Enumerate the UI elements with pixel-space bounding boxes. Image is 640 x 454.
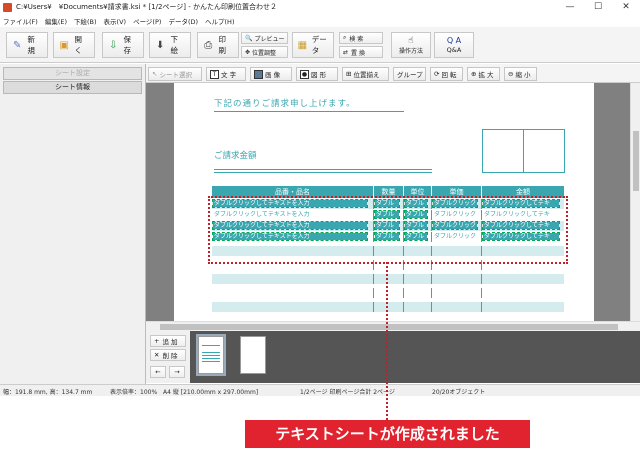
page-thumbnail-1[interactable] xyxy=(196,334,226,376)
image-tool-button[interactable]: 画 像 xyxy=(250,67,292,81)
replace-icon: ⇄ xyxy=(343,48,349,56)
new-button[interactable]: ✎ 新 規 xyxy=(6,32,48,58)
rotate-button[interactable]: ⟳ 回 転 xyxy=(430,67,463,81)
greeting-underline xyxy=(214,111,404,112)
callout-line xyxy=(386,262,388,420)
left-panel: シート設定 シート情報 xyxy=(0,64,146,384)
menu-view[interactable]: 表示(V) xyxy=(104,16,127,26)
stamp-box-right xyxy=(523,129,565,173)
close-button[interactable]: ✕ xyxy=(612,0,640,14)
data-table-icon: ▦ xyxy=(297,39,308,51)
status-zoom: 表示倍率：100% xyxy=(110,389,158,396)
selection-highlight xyxy=(208,196,568,264)
text-icon: T xyxy=(210,69,219,79)
replace-button[interactable]: ⇄ 置 換 xyxy=(339,46,383,58)
data-button[interactable]: ▦ データ xyxy=(292,32,334,58)
preview-button[interactable]: 🔍 プレビュー xyxy=(241,32,288,44)
qa-button[interactable]: Q A Q&A xyxy=(434,32,474,58)
open-button[interactable]: ▣ 開 く xyxy=(53,32,95,58)
main-toolbar: ✎ 新 規 ▣ 開 く ⇩ 保 存 ⬇ 下 絵 ⎙ 印 刷 🔍 プレビュー ✥ … xyxy=(0,27,640,63)
horizontal-scroll-thumb[interactable] xyxy=(160,324,618,330)
status-objects: 20/20オブジェクト xyxy=(432,389,486,396)
zoom-in-button[interactable]: ⊕ 拡 大 xyxy=(467,67,500,81)
vertical-scrollbar[interactable] xyxy=(630,83,640,321)
shape-tool-button[interactable]: ● 図 形 xyxy=(296,67,338,81)
tab-sheet-settings[interactable]: シート設定 xyxy=(3,67,142,80)
group-button[interactable]: グループ xyxy=(393,67,426,81)
qa-icon: Q A xyxy=(446,36,462,45)
callout-message: テキストシートが作成されました xyxy=(245,420,530,448)
image-icon xyxy=(254,69,263,79)
vertical-scroll-thumb[interactable] xyxy=(633,131,639,191)
background-button[interactable]: ⬇ 下 絵 xyxy=(149,32,191,58)
prev-page-button[interactable]: ← xyxy=(150,366,166,378)
page-strip: + 追 加 ✕ 削 除 ← → xyxy=(146,331,640,383)
zoom-out-icon: ⊖ xyxy=(508,70,514,78)
arrow-cursor-icon: ↖ xyxy=(152,70,158,78)
greeting-text: 下記の通りご請求申し上げます。 xyxy=(214,99,356,109)
preview-icon: 🔍 xyxy=(245,34,253,42)
how-to-button[interactable]: ☝ 操作方法 xyxy=(391,32,431,58)
table-row xyxy=(212,302,564,312)
page-thumbnail-2[interactable] xyxy=(240,336,266,374)
stamp-box-left xyxy=(482,129,524,173)
status-pages: 1/2ページ 印刷ページ合計 2ページ xyxy=(300,389,395,396)
save-button[interactable]: ⇩ 保 存 xyxy=(102,32,144,58)
menu-data[interactable]: データ(D) xyxy=(168,16,198,26)
plus-icon: + xyxy=(154,337,160,345)
add-page-button[interactable]: + 追 加 xyxy=(150,335,186,347)
amount-underline-1 xyxy=(214,169,432,170)
amount-underline-2 xyxy=(214,172,432,173)
window-title: C:¥Users¥ ¥Documents¥請求書.ksi * [1/2ページ] … xyxy=(16,3,277,11)
amount-label: ご請求金額 xyxy=(214,151,257,161)
rotate-icon: ⟳ xyxy=(434,70,440,78)
printer-icon: ⎙ xyxy=(204,39,213,51)
object-toolbar: ↖ シート選択 T 文 字 画 像 ● 図 形 ⊞ 位置揃え グループ ⟳ 回 … xyxy=(146,64,640,83)
sheet-select-button[interactable]: ↖ シート選択 xyxy=(148,67,202,81)
text-tool-button[interactable]: T 文 字 xyxy=(206,67,246,81)
new-file-icon: ✎ xyxy=(13,39,22,51)
zoom-in-icon: ⊕ xyxy=(471,70,477,78)
delete-x-icon: ✕ xyxy=(154,351,160,359)
search-button[interactable]: ⌕ 検 索 xyxy=(339,32,383,44)
maximize-button[interactable]: ☐ xyxy=(584,0,612,14)
table-row xyxy=(212,288,564,298)
app-icon xyxy=(3,2,12,12)
status-bar: 幅：191.8 mm, 高：134.7 mm 表示倍率：100% A4 縦 [2… xyxy=(0,384,640,396)
save-icon: ⇩ xyxy=(109,39,118,51)
position-adjust-button[interactable]: ✥ 位置調整 xyxy=(241,46,288,58)
menu-background[interactable]: 下絵(B) xyxy=(74,16,97,26)
status-paper: A4 縦 [210.00mm x 297.00mm] xyxy=(163,389,259,396)
tab-sheet-info[interactable]: シート情報 xyxy=(3,81,142,94)
title-bar: C:¥Users¥ ¥Documents¥請求書.ksi * [1/2ページ] … xyxy=(0,0,640,14)
menu-page[interactable]: ページ(P) xyxy=(133,16,161,26)
print-button[interactable]: ⎙ 印 刷 xyxy=(197,32,239,58)
menu-file[interactable]: ファイル(F) xyxy=(3,16,38,26)
open-folder-icon: ▣ xyxy=(59,39,69,51)
adjust-icon: ✥ xyxy=(245,48,251,56)
shape-icon: ● xyxy=(300,69,309,79)
menu-edit[interactable]: 編集(E) xyxy=(45,16,67,26)
minimize-button[interactable]: — xyxy=(556,0,584,14)
search-icon: ⌕ xyxy=(343,34,347,41)
delete-page-button[interactable]: ✕ 削 除 xyxy=(150,349,186,361)
hand-pointer-icon: ☝ xyxy=(408,35,414,46)
status-dimensions: 幅：191.8 mm, 高：134.7 mm xyxy=(3,389,93,396)
menu-bar: ファイル(F) 編集(E) 下絵(B) 表示(V) ページ(P) データ(D) … xyxy=(0,14,640,27)
align-button[interactable]: ⊞ 位置揃え xyxy=(342,67,389,81)
align-icon: ⊞ xyxy=(346,70,352,78)
menu-help[interactable]: ヘルプ(H) xyxy=(205,16,234,26)
table-row xyxy=(212,274,564,284)
page-thumbnails xyxy=(190,331,640,383)
background-image-icon: ⬇ xyxy=(156,39,165,51)
zoom-out-button[interactable]: ⊖ 縮 小 xyxy=(504,67,537,81)
horizontal-scrollbar[interactable] xyxy=(146,321,640,331)
next-page-button[interactable]: → xyxy=(169,366,185,378)
